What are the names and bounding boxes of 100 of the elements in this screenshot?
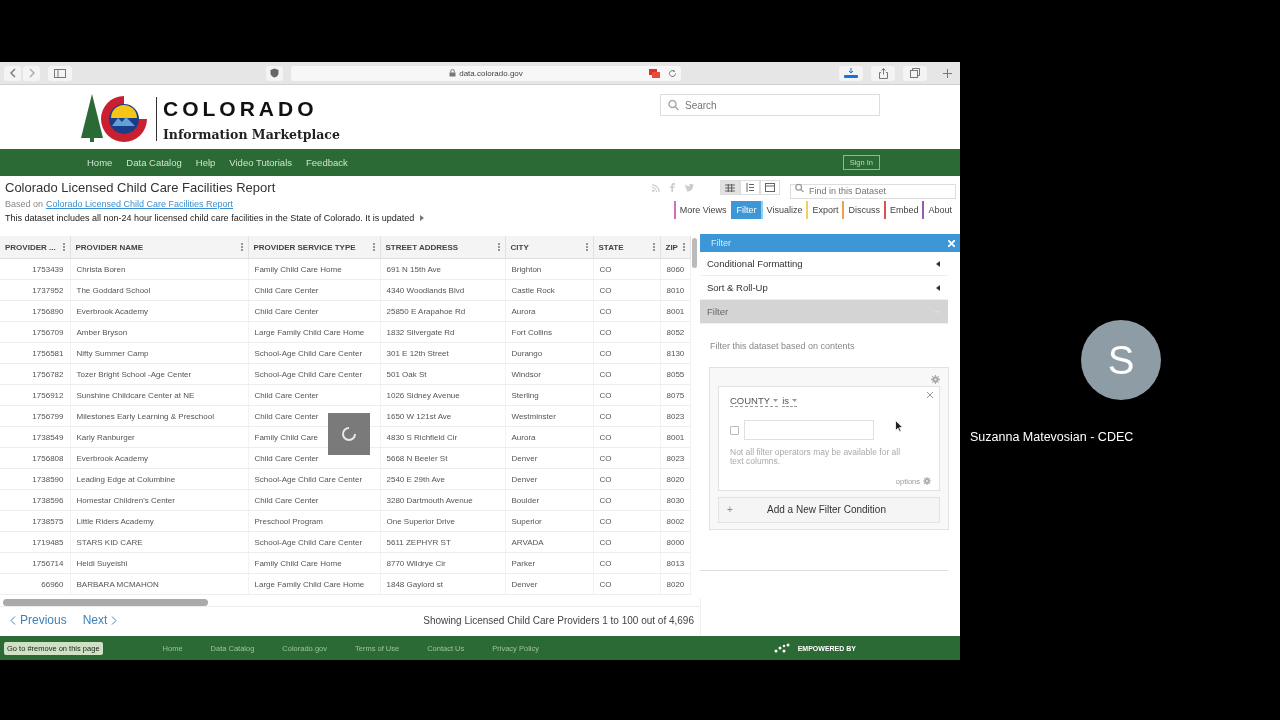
column-header[interactable]: PROVIDER ... (0, 236, 70, 259)
panel-section[interactable]: Filter (700, 300, 948, 324)
tabs-button[interactable] (903, 65, 927, 81)
find-field[interactable]: Find in this Dataset (790, 183, 956, 199)
table-cell: Durango (505, 342, 593, 364)
column-menu-icon[interactable] (682, 243, 685, 251)
table-cell: Child Care Center (248, 489, 380, 511)
column-header[interactable]: STATE (593, 236, 660, 259)
nav-link[interactable]: Video Tutorials (229, 157, 292, 168)
table-cell: Aurora (505, 426, 593, 448)
column-menu-icon[interactable] (585, 243, 588, 251)
table-cell: CO (593, 258, 660, 280)
table-cell: Aurora (505, 300, 593, 322)
caret-icon (936, 260, 940, 267)
dots-logo-icon (773, 643, 790, 653)
previous-link[interactable]: Previous (10, 613, 67, 627)
forward-button[interactable] (23, 65, 40, 81)
table-cell: 5611 ZEPHYR ST (380, 531, 505, 553)
table-cell: 1756714 (0, 552, 70, 574)
table-cell: Karly Ranburger (70, 426, 248, 448)
checkbox[interactable] (730, 425, 739, 435)
search-field[interactable]: Search (660, 94, 880, 116)
settings-icon[interactable] (931, 375, 940, 384)
table-cell: Westminster (505, 405, 593, 427)
share-button[interactable] (871, 65, 895, 81)
table-cell: Heidi Suyeishi (70, 552, 248, 574)
table-cell: Large Family Child Care Home (248, 573, 380, 595)
scrollbar-thumb[interactable] (692, 238, 697, 268)
settings-icon[interactable] (923, 477, 931, 486)
caret-icon (936, 284, 940, 291)
table-cell: 301 E 12th Street (380, 342, 505, 364)
download-button[interactable] (839, 65, 863, 81)
column-dropdown[interactable]: COUNTY (730, 395, 779, 407)
table-cell: Christa Boren (70, 258, 248, 280)
column-menu-icon[interactable] (240, 243, 243, 251)
participant-avatar: S (1081, 320, 1161, 400)
table-cell: 8001 (660, 300, 690, 322)
next-link[interactable]: Next (82, 613, 118, 627)
table-cell: School-Age Child Care Center (248, 363, 380, 385)
table-cell: 1756782 (0, 363, 70, 385)
table-cell: 5668 N Beeler St (380, 447, 505, 469)
facebook-icon[interactable] (670, 183, 675, 192)
operator-dropdown[interactable]: is (782, 395, 797, 407)
sidebar-button[interactable] (48, 65, 72, 81)
table-cell: Family Child Care Home (248, 258, 380, 280)
table-cell: Tozer Bright School -Age Center (70, 363, 248, 385)
nav-link[interactable]: Feedback (306, 157, 348, 168)
column-menu-icon[interactable] (372, 243, 375, 251)
bird-icon[interactable] (685, 183, 694, 192)
source-link[interactable]: Colorado Licensed Child Care Facilities Report (46, 199, 234, 209)
column-header[interactable]: STREET ADDRESS (380, 236, 505, 259)
view-mode-button[interactable] (760, 180, 780, 195)
table-cell: CO (593, 489, 660, 511)
view-mode-button[interactable] (720, 180, 740, 195)
column-header[interactable]: PROVIDER NAME (70, 236, 248, 259)
table-cell: Denver (505, 573, 593, 595)
table-cell: Nifty Summer Camp (70, 342, 248, 364)
table-cell: 691 N 15th Ave (380, 258, 505, 280)
nav-link[interactable]: Data Catalog (126, 157, 182, 168)
table-cell: 4830 S Richfield Cir (380, 426, 505, 448)
add-condition-button[interactable]: + Add a New Filter Condition (718, 496, 940, 523)
table-cell: Boulder (505, 489, 593, 511)
scrollbar-thumb[interactable] (3, 599, 208, 606)
table-cell: CO (593, 426, 660, 448)
back-button[interactable] (4, 65, 21, 81)
share-icon (878, 67, 888, 79)
column-header[interactable]: CITY (505, 236, 593, 259)
table-cell: Sterling (505, 384, 593, 406)
view-mode-button[interactable] (740, 180, 760, 195)
value-field[interactable] (744, 420, 874, 440)
table-cell: Family Child Care Home (248, 552, 380, 574)
column-header[interactable]: PROVIDER SERVICE TYPE (248, 236, 380, 259)
table-cell: 1848 Gaylord st (380, 573, 505, 595)
column-menu-icon[interactable] (62, 243, 65, 251)
plus-icon (943, 68, 952, 78)
shield-icon[interactable] (266, 65, 283, 81)
table-cell: BARBARA MCMAHON (70, 573, 248, 595)
table-cell: CO (593, 279, 660, 301)
table-cell: 8002 (660, 510, 690, 532)
column-menu-icon[interactable] (497, 243, 500, 251)
close-icon[interactable] (948, 239, 955, 247)
remove-icon[interactable] (927, 392, 933, 398)
table-cell: One Superior Drive (380, 510, 505, 532)
rss-icon[interactable] (652, 183, 660, 192)
table-cell: CO (593, 342, 660, 364)
site-title: COLORADO (163, 96, 319, 121)
cursor-icon (895, 420, 903, 432)
column-menu-icon[interactable] (652, 243, 655, 251)
table-cell: 8020 (660, 573, 690, 595)
table-cell: Superior (505, 510, 593, 532)
table-cell: ARVADA (505, 531, 593, 553)
nav-link[interactable]: Help (195, 157, 216, 168)
address-bar[interactable]: data.colorado.gov (291, 65, 681, 81)
reload-icon[interactable] (668, 68, 677, 78)
expand-icon[interactable] (420, 215, 425, 221)
block-icon[interactable] (649, 68, 661, 78)
table-cell: CO (593, 405, 660, 427)
nav-link[interactable]: Home (87, 157, 113, 168)
table-cell: 3280 Dartmouth Avenue (380, 489, 505, 511)
column-header[interactable]: ZIP (660, 236, 690, 259)
